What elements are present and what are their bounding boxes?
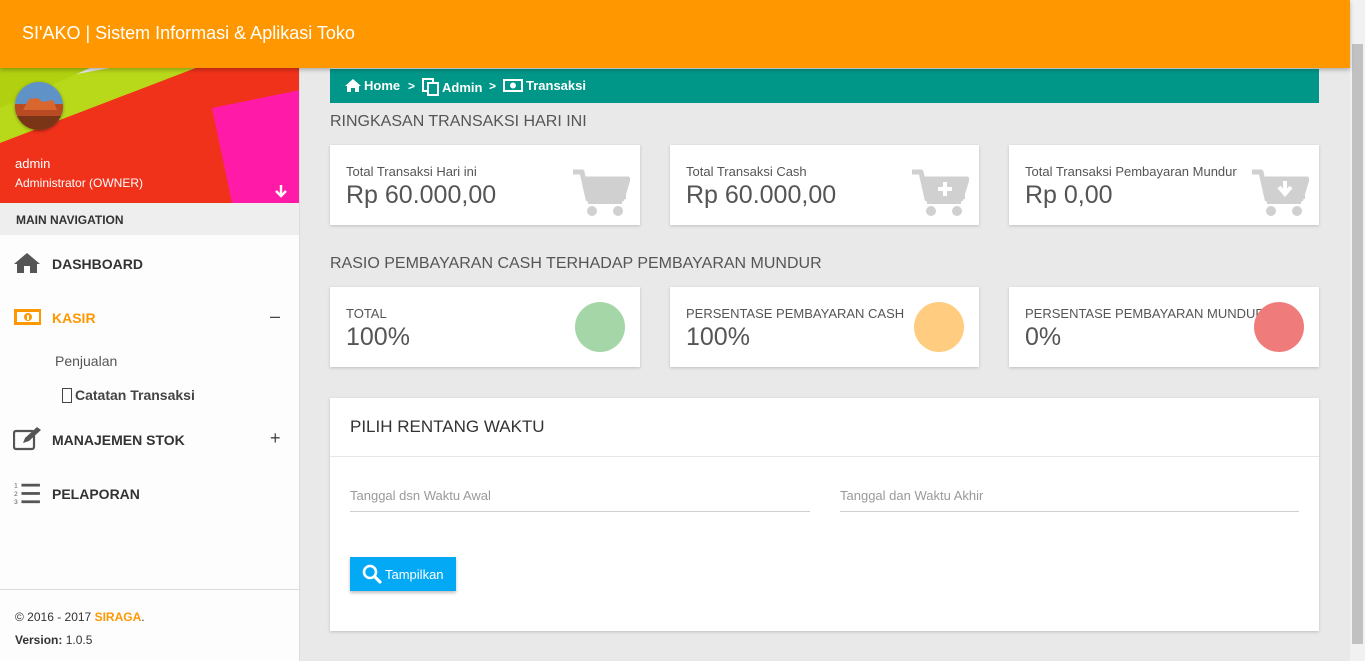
sidebar-footer: © 2016 - 2017 SIRAGA. Version: 1.0.5	[0, 589, 299, 661]
user-role: Administrator (OWNER)	[15, 176, 144, 190]
card-value: Rp 60.000,00	[346, 181, 497, 209]
missing-glyph-icon	[62, 387, 72, 403]
sidebar-item-dashboard[interactable]: DASHBOARD	[0, 243, 300, 283]
card-value: 100%	[346, 323, 410, 351]
start-datetime-input[interactable]	[350, 480, 810, 512]
sidebar-subitem-label: Catatan Transaksi	[75, 387, 195, 403]
list-ol-icon: 1 2 3	[14, 482, 40, 505]
breadcrumb-separator: >	[408, 79, 416, 93]
breadcrumb-home[interactable]: Home	[345, 78, 400, 93]
sidebar-item-label: PELAPORAN	[52, 486, 140, 502]
breadcrumb-label: Transaksi	[526, 78, 586, 93]
version: Version: 1.0.5	[15, 629, 284, 652]
breadcrumb-label: Admin	[442, 79, 483, 95]
collapse-toggle[interactable]: –	[270, 306, 280, 327]
status-dot	[914, 302, 964, 352]
card-value: 0%	[1025, 323, 1062, 351]
profile-panel: admin Administrator (OWNER)	[0, 68, 299, 203]
end-datetime-input[interactable]	[840, 480, 1299, 512]
sidebar-item-pelaporan[interactable]: 1 2 3 PELAPORAN	[0, 473, 300, 513]
card-value: Rp 60.000,00	[686, 181, 837, 209]
brand-link[interactable]: SIRAGA	[95, 610, 142, 624]
avatar	[15, 82, 63, 130]
sidebar-subitem-catatan-transaksi[interactable]: Catatan Transaksi	[62, 387, 195, 403]
panel-title: PILIH RENTANG WAKTU	[330, 398, 1319, 457]
version-number: 1.0.5	[65, 633, 93, 647]
scrollbar-thumb[interactable]	[1352, 44, 1363, 644]
sidebar-item-manajemen-stok[interactable]: MANAJEMEN STOK +	[0, 419, 300, 459]
summary-card-cash: Total Transaksi Cash Rp 60.000,00	[670, 145, 979, 225]
copyright: © 2016 - 2017 SIRAGA.	[15, 606, 284, 629]
svg-text:3: 3	[14, 499, 18, 505]
breadcrumb-separator: >	[489, 79, 497, 93]
card-label: Total Transaksi Cash	[686, 164, 807, 179]
money-icon	[14, 309, 41, 325]
card-label: Total Transaksi Hari ini	[346, 164, 477, 179]
card-label: PERSENTASE PEMBAYARAN CASH	[686, 306, 905, 321]
svg-text:1: 1	[14, 482, 18, 489]
home-icon	[345, 79, 361, 92]
home-icon	[14, 253, 40, 273]
sidebar-item-label: KASIR	[52, 310, 96, 326]
status-dot	[575, 302, 625, 352]
card-label: Total Transaksi Pembayaran Mundur	[1025, 164, 1237, 179]
ratio-card-mundur: PERSENTASE PEMBAYARAN MUNDUR 0%	[1009, 287, 1319, 367]
ratio-card-cash: PERSENTASE PEMBAYARAN CASH 100%	[670, 287, 979, 367]
card-value: 100%	[686, 323, 750, 351]
copyright-dot: .	[141, 610, 145, 624]
sidebar-item-kasir[interactable]: KASIR –	[0, 297, 300, 337]
summary-card-total: Total Transaksi Hari ini Rp 60.000,00	[330, 145, 640, 225]
money-icon	[503, 79, 523, 92]
summary-title: RINGKASAN TRANSAKSI HARI INI	[330, 113, 587, 130]
ratio-title: RASIO PEMBAYARAN CASH TERHADAP PEMBAYARA…	[330, 255, 822, 272]
user-name: admin	[15, 156, 51, 171]
breadcrumb-transaksi[interactable]: Transaksi	[503, 78, 586, 93]
app-title: SI'AKO | Sistem Informasi & Aplikasi Tok…	[22, 23, 355, 43]
sidebar-item-label: DASHBOARD	[52, 256, 143, 272]
date-range-panel: PILIH RENTANG WAKTU Tampilkan	[330, 398, 1319, 631]
breadcrumb: Home > Admin > Transaksi	[330, 69, 1319, 103]
summary-card-mundur: Total Transaksi Pembayaran Mundur Rp 0,0…	[1009, 145, 1319, 225]
cart-plus-icon	[912, 169, 969, 216]
card-value: Rp 0,00	[1025, 181, 1113, 209]
nav-header: MAIN NAVIGATION	[0, 203, 299, 235]
arrow-down-icon[interactable]	[274, 184, 288, 198]
search-icon	[362, 564, 382, 584]
copyright-text: © 2016 - 2017	[15, 610, 92, 624]
cart-download-icon	[1252, 169, 1309, 216]
card-label: PERSENTASE PEMBAYARAN MUNDUR	[1025, 306, 1265, 321]
sidebar: admin Administrator (OWNER) MAIN NAVIGAT…	[0, 68, 300, 661]
copy-icon	[422, 78, 439, 96]
card-label: TOTAL	[346, 306, 387, 321]
status-dot	[1254, 302, 1304, 352]
breadcrumb-admin[interactable]: Admin	[422, 78, 482, 96]
scrollbar[interactable]	[1350, 0, 1365, 661]
top-bar: SI'AKO | Sistem Informasi & Aplikasi Tok…	[0, 0, 1350, 68]
edit-icon	[13, 427, 41, 451]
avatar-image	[15, 82, 63, 130]
breadcrumb-label: Home	[364, 78, 401, 93]
sidebar-subitem-penjualan[interactable]: Penjualan	[55, 353, 117, 369]
cart-icon	[573, 169, 630, 216]
sidebar-item-label: MANAJEMEN STOK	[52, 432, 185, 448]
ratio-card-total: TOTAL 100%	[330, 287, 640, 367]
svg-text:2: 2	[14, 491, 18, 498]
button-label: Tampilkan	[385, 566, 444, 582]
show-button[interactable]: Tampilkan	[350, 557, 456, 591]
expand-toggle[interactable]: +	[270, 428, 281, 449]
version-label: Version:	[15, 633, 63, 647]
